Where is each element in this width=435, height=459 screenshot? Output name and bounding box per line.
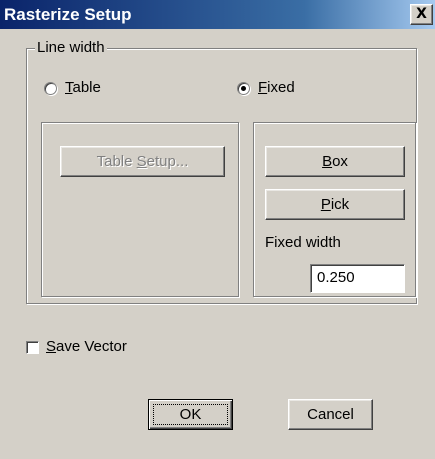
fixed-mnemonic: F	[258, 79, 268, 96]
ok-label: OK	[179, 406, 202, 423]
window-title: Rasterize Setup	[4, 5, 132, 24]
fixed-width-label: Fixed width	[265, 234, 341, 251]
box-button[interactable]: Box	[265, 146, 405, 177]
save-vector-label-rest: ave Vector	[56, 338, 127, 355]
table-radio[interactable]	[44, 82, 57, 95]
save-vector-checkbox[interactable]	[26, 341, 39, 354]
close-button[interactable]: X	[410, 4, 433, 25]
pick-button[interactable]: Pick	[265, 189, 405, 220]
table-setup-mnemonic: S	[136, 153, 147, 170]
table-setup-after: etup...	[146, 153, 189, 170]
fixed-width-input[interactable]: 0.250	[310, 264, 405, 293]
table-setup-before: Table	[96, 153, 137, 170]
line-width-legend: Line width	[35, 39, 107, 57]
box-mnemonic: B	[322, 153, 333, 170]
save-vector-mnemonic: S	[46, 338, 57, 355]
fixed-radio[interactable]	[237, 82, 250, 95]
pick-mnemonic: P	[320, 196, 331, 213]
pick-label-rest: ick	[330, 196, 350, 213]
table-radio-label[interactable]: Table	[65, 79, 101, 97]
rasterize-setup-dialog: Rasterize Setup X Line width Table Fixed…	[0, 0, 435, 459]
table-setup-button[interactable]: Table Setup...	[60, 146, 225, 177]
box-label-rest: ox	[332, 153, 348, 170]
close-icon: X	[416, 6, 427, 22]
fixed-radio-label[interactable]: Fixed	[258, 79, 295, 97]
table-mnemonic: T	[65, 79, 73, 96]
cancel-button[interactable]: Cancel	[288, 399, 373, 430]
save-vector-label[interactable]: Save Vector	[46, 338, 127, 356]
ok-button[interactable]: OK	[148, 399, 233, 430]
fixed-label-rest: ixed	[267, 79, 295, 96]
table-label-rest: able	[72, 79, 101, 96]
title-bar[interactable]: Rasterize Setup X	[0, 0, 435, 29]
cancel-label: Cancel	[307, 406, 354, 423]
